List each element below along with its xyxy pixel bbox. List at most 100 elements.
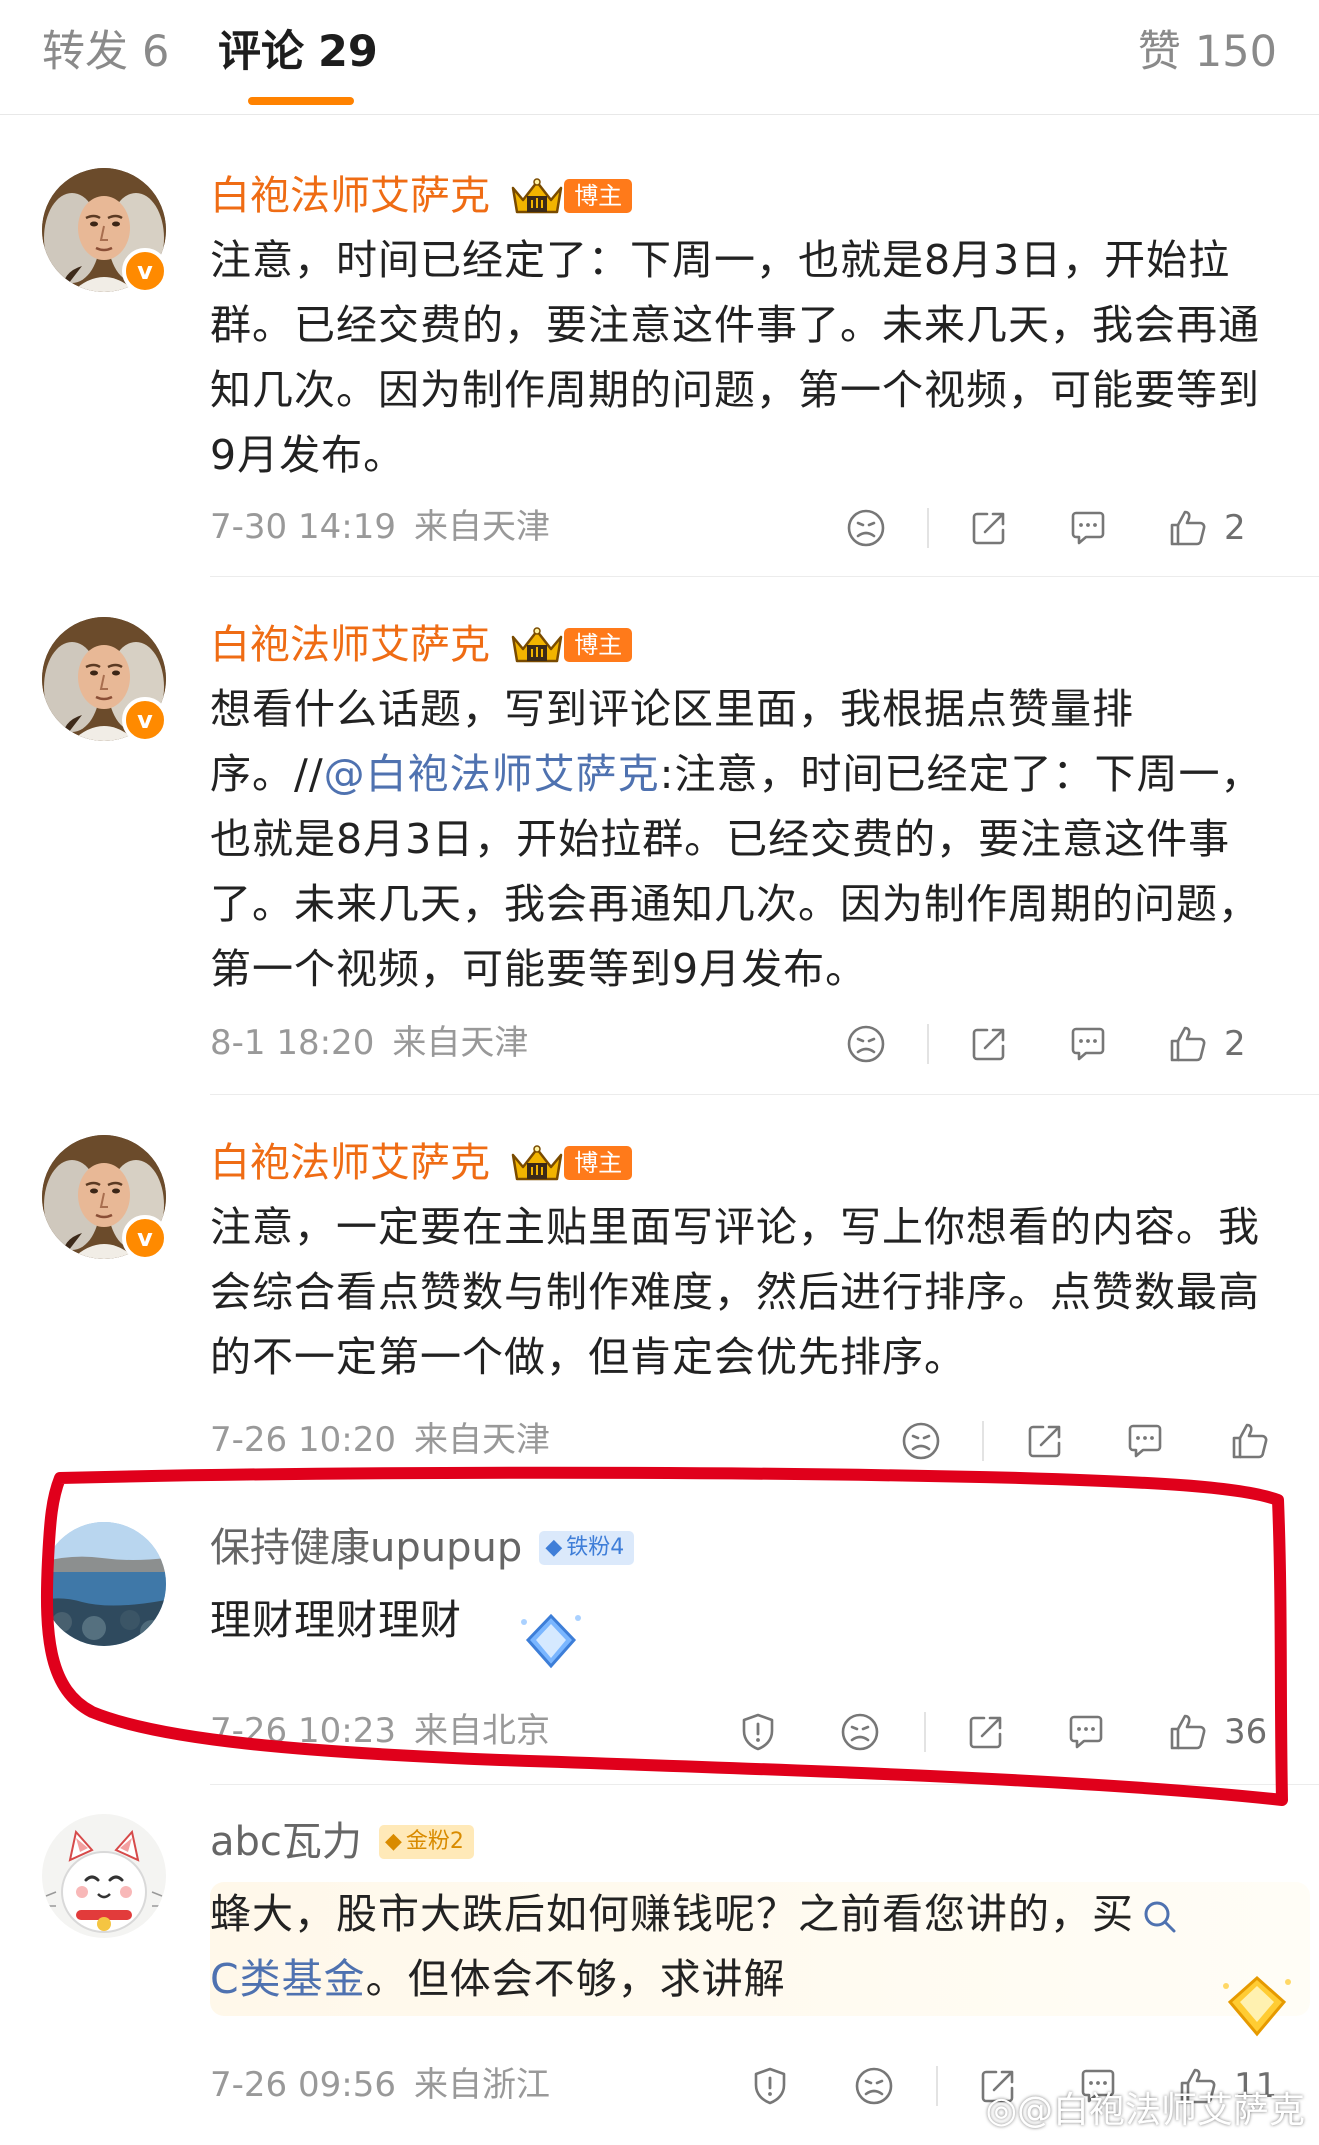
action-divider [927,1024,929,1064]
frown-face-icon [899,1419,943,1463]
action-divider [927,508,929,548]
weibo-logo-icon: ◎ [985,2090,1017,2131]
diamond-icon: ◆ [545,1535,563,1560]
frown-face-icon [844,1022,888,1066]
like-button[interactable]: 36 [1166,1704,1267,1760]
reply-button[interactable] [1066,1016,1110,1072]
avatar[interactable] [42,1814,166,1938]
fan-level-badge: ◆ 金粉2 [379,1825,474,1859]
comment-text: 注意，时间已经定了：下周一，也就是8月3日，开始拉群。已经交费的，要注意这件事了… [210,236,1260,479]
verified-v-icon: v [122,248,168,294]
comment-tabs: 转发 6 评论 29 赞 150 [0,0,1319,115]
like-count: 36 [1224,1712,1268,1752]
blogger-tag: 博主 [564,628,633,662]
comment-text: 理财理财理财 [210,1596,462,1644]
crown-icon [509,176,565,216]
comment-text: 想看什么话题，写到评论区里面，我根据点赞量排序。//@白袍法师艾萨克:注意，时间… [210,677,1270,1002]
reply-button[interactable] [1123,1413,1167,1469]
action-divider [936,2066,938,2106]
like-count: 2 [1224,1024,1246,1064]
lucky-cat-avatar-image [42,1814,166,1938]
dislike-button[interactable] [844,1016,888,1072]
fund-search-link[interactable]: C类基金 [210,1955,366,2003]
share-arrow-icon [967,506,1011,550]
repost-button[interactable] [967,500,1011,556]
comment-divider [210,576,1319,577]
search-icon[interactable] [1140,1897,1180,1937]
tab-repost-count: 6 [142,27,170,77]
repost-button[interactable] [1023,1413,1067,1469]
watermark-text: @白袍法师艾萨克 [1016,2090,1305,2131]
avatar[interactable] [42,1522,166,1646]
action-divider [982,1421,984,1461]
frown-face-icon [852,2064,896,2108]
verified-v-icon: v [122,1215,168,1261]
name-row: abc瓦力 ◆ 金粉2 [210,1814,474,1870]
comment-text: 注意，一定要在主贴里面写评论，写上你想看的内容。我会综合看点赞数与制作难度，然后… [210,1203,1260,1381]
username[interactable]: 白袍法师艾萨克 [210,622,490,668]
like-button[interactable] [1228,1413,1286,1469]
share-arrow-icon [967,1022,1011,1066]
report-button[interactable] [748,2058,792,2114]
shield-alert-icon [736,1710,780,1754]
fan-level-label: 铁粉4 [566,1535,625,1560]
like-count: 2 [1224,508,1246,548]
shield-alert-icon [748,2064,792,2108]
crown-icon [509,625,565,665]
dislike-button[interactable] [899,1413,943,1469]
blogger-tag: 博主 [564,179,633,213]
name-row: 保持健康upupup ◆ 铁粉4 [210,1520,635,1576]
share-arrow-icon [964,1710,1008,1754]
tab-comment-label: 评论 [218,27,304,77]
comment-text-line1: 蜂大，股市大跌后如何赚钱呢？之前看您讲的，买 [210,1890,1134,1938]
tab-repost[interactable]: 转发 6 [42,22,169,82]
repost-button[interactable] [964,1704,1008,1760]
comment-divider [210,1784,1319,1785]
tab-comment[interactable]: 评论 29 [218,22,378,82]
mention-link[interactable]: @白袍法师艾萨克 [324,750,660,798]
dislike-button[interactable] [838,1704,882,1760]
comment-text: 蜂大，股市大跌后如何赚钱呢？之前看您讲的，买 C类基金。但体会不够，求讲解 [210,1882,1310,2016]
name-row: 白袍法师艾萨克 博主 [210,168,633,224]
share-arrow-icon [1023,1419,1067,1463]
action-divider [924,1712,926,1752]
username[interactable]: 保持健康upupup [210,1525,522,1571]
username[interactable]: abc瓦力 [210,1819,362,1865]
diamond-sticker-icon [521,1613,581,1669]
tab-repost-label: 转发 [42,27,128,77]
tab-like[interactable]: 赞 150 [1138,22,1277,82]
reply-button[interactable] [1066,500,1110,556]
fan-level-badge: ◆ 铁粉4 [539,1531,635,1565]
speech-bubble-icon [1064,1710,1108,1754]
frown-face-icon [844,506,888,550]
action-bar: 2 [0,1016,1319,1072]
lake-landscape-avatar-image [42,1522,166,1646]
repost-button[interactable] [967,1016,1011,1072]
username[interactable]: 白袍法师艾萨克 [210,173,490,219]
comment-divider [210,1094,1319,1095]
dislike-button[interactable] [852,2058,896,2114]
tab-like-label: 赞 [1137,27,1181,77]
name-row: 白袍法师艾萨克 博主 [210,617,633,673]
gold-diamond-sticker-icon [1223,1975,1291,2037]
action-bar: 2 [0,500,1319,556]
like-button[interactable]: 2 [1166,500,1246,556]
action-bar [0,1413,1319,1469]
active-tab-indicator [248,97,354,105]
speech-bubble-icon [1066,506,1110,550]
username[interactable]: 白袍法师艾萨克 [210,1140,490,1186]
comment-text-line2: 。但体会不够，求讲解 [365,1955,786,2003]
tab-like-count: 150 [1194,27,1277,77]
reply-button[interactable] [1064,1704,1108,1760]
thumbs-up-icon [1166,1710,1210,1754]
crown-icon [509,1143,565,1183]
dislike-button[interactable] [844,500,888,556]
like-button[interactable]: 2 [1166,1016,1246,1072]
frown-face-icon [838,1710,882,1754]
speech-bubble-icon [1066,1022,1110,1066]
report-button[interactable] [736,1704,780,1760]
thumbs-up-icon [1166,1022,1210,1066]
tab-comment-count: 29 [318,27,378,77]
weibo-watermark: ◎@白袍法师艾萨克 [986,2081,1305,2133]
speech-bubble-icon [1123,1419,1167,1463]
